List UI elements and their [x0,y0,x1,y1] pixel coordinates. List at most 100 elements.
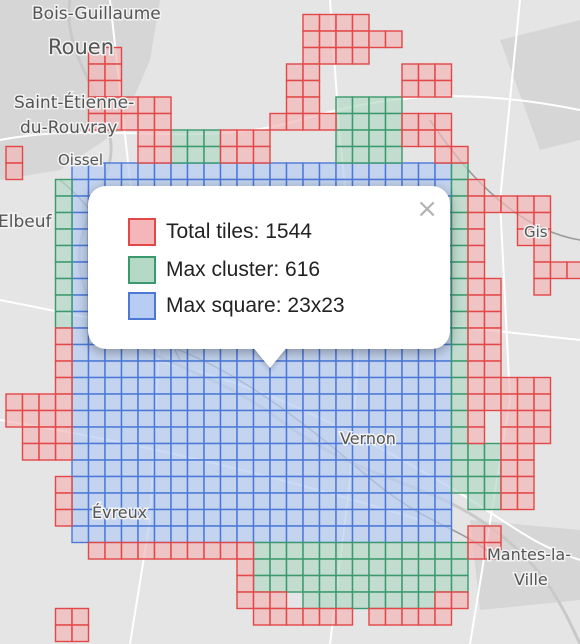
cluster-tile [401,591,420,610]
square-tile [368,508,387,527]
square-tile [384,360,403,379]
square-tile [153,360,172,379]
total-tile [533,393,552,412]
square-tile [71,310,90,329]
total-tile [335,30,354,49]
total-tile [368,607,387,626]
total-tile [467,310,486,329]
square-tile [318,475,337,494]
total-tile [153,541,172,560]
square-tile [186,525,205,544]
total-tile [54,393,73,412]
total-tile [483,277,502,296]
cluster-tile [450,459,469,478]
square-tile [401,459,420,478]
square-tile [302,409,321,428]
popup-pointer [252,346,288,368]
cluster-tile [351,558,370,577]
square-tile [137,442,156,461]
total-tile [21,426,40,445]
square-tile [137,360,156,379]
square-tile [252,459,271,478]
square-tile [335,492,354,511]
total-tile [401,607,420,626]
cluster-tile [450,277,469,296]
square-tile [104,162,123,181]
cluster-tile [450,228,469,247]
square-tile [335,393,354,412]
square-tile [351,409,370,428]
square-tile [401,525,420,544]
square-tile [368,459,387,478]
square-tile [302,360,321,379]
square-tile [104,393,123,412]
square-tile [186,393,205,412]
max-cluster-swatch [128,256,156,284]
max-square-row: Max square: 23x23 [128,292,345,320]
square-tile [104,525,123,544]
square-tile [120,162,139,181]
cluster-tile [318,591,337,610]
cluster-tile [450,574,469,593]
square-tile [186,360,205,379]
total-tile [467,376,486,395]
cluster-tile [302,558,321,577]
square-tile [368,393,387,412]
cluster-tile [450,475,469,494]
total-tile [500,376,519,395]
total-tile [236,541,255,560]
place-label: Saint-Étienne- [14,91,134,113]
square-tile [137,376,156,395]
total-tile [302,607,321,626]
square-tile [351,376,370,395]
square-tile [120,376,139,395]
square-tile [335,376,354,395]
square-tile [269,459,288,478]
square-tile [335,525,354,544]
square-tile [203,442,222,461]
square-tile [318,360,337,379]
square-tile [417,442,436,461]
total-tile [302,79,321,98]
square-tile [71,261,90,280]
cluster-tile [54,277,73,296]
total-tile [236,129,255,148]
place-label: Elbeuf [0,212,52,232]
total-tile [516,195,535,214]
square-tile [203,376,222,395]
square-tile [71,228,90,247]
square-tile [120,360,139,379]
square-tile [318,376,337,395]
square-tile [351,525,370,544]
total-tile [54,327,73,346]
total-tile [351,46,370,65]
place-label: Ville [514,570,548,589]
total-tile [335,607,354,626]
cluster-tile [483,475,502,494]
cluster-tile [450,409,469,428]
square-tile [252,409,271,428]
close-icon[interactable]: × [416,196,438,222]
square-tile [71,327,90,346]
total-tile [483,376,502,395]
square-tile [302,393,321,412]
cluster-tile [467,459,486,478]
cluster-tile [351,591,370,610]
square-tile [87,360,106,379]
square-tile [203,525,222,544]
square-tile [302,376,321,395]
total-tile [450,591,469,610]
cluster-tile [450,558,469,577]
max-square-swatch [128,292,156,320]
cluster-tile [351,129,370,148]
square-tile [269,393,288,412]
total-tile [285,112,304,131]
square-tile [434,360,453,379]
cluster-tile [170,129,189,148]
total-tile [500,409,519,428]
cluster-tile [351,541,370,560]
total-tile [516,459,535,478]
cluster-tile [450,310,469,329]
square-tile [186,162,205,181]
total-tile [483,343,502,362]
